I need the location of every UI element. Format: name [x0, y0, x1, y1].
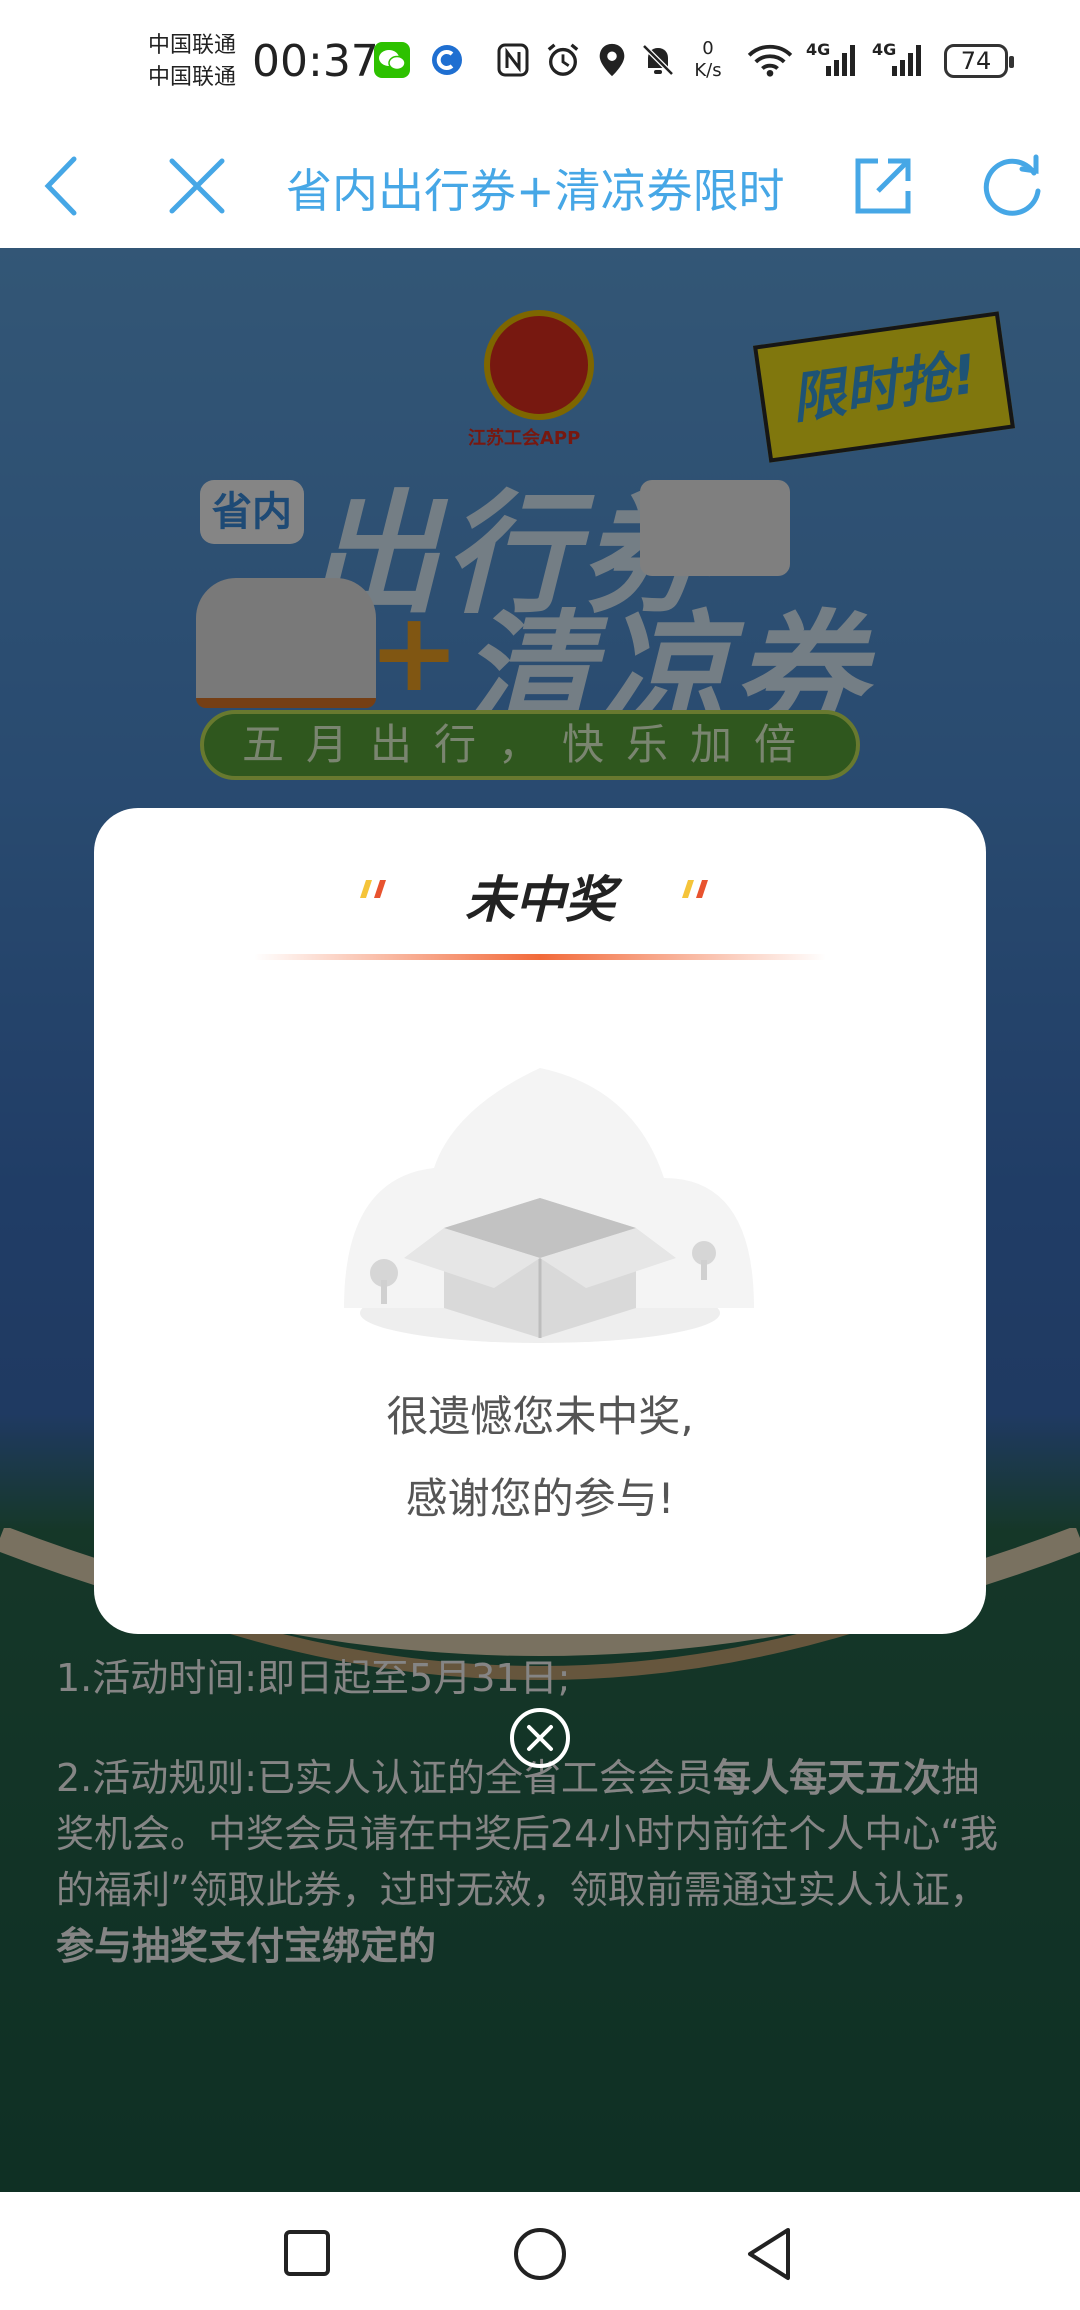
clock: 00:37 — [252, 36, 379, 87]
dialog-message-line-1: 很遗憾您未中奖, — [386, 1392, 694, 1441]
back-button[interactable] — [26, 151, 96, 221]
system-back-button[interactable] — [744, 2226, 796, 2282]
dialog-close-button[interactable] — [508, 1706, 572, 1770]
net-speed-value: 0 — [702, 38, 714, 59]
signal-icon-1 — [826, 45, 855, 76]
status-bar: 中国联通 中国联通 00:37 0 K/s 4G 4G 74 — [0, 0, 1080, 125]
system-navigation-bar — [0, 2192, 1080, 2310]
mute-icon — [642, 44, 674, 76]
battery-indicator: 74 — [944, 44, 1014, 78]
title-underline — [254, 954, 826, 960]
wechat-icon — [374, 42, 410, 78]
recent-apps-button[interactable] — [282, 2228, 332, 2278]
dialog-title: 未中奖 — [465, 871, 615, 929]
result-dialog: 未中奖 很遗憾您未中奖, 感谢您的参与! — [94, 808, 986, 1634]
carrier-1: 中国联通 — [148, 33, 237, 58]
title-decoration-right — [682, 880, 708, 898]
empty-box-illustration — [344, 1068, 754, 1343]
close-page-button[interactable] — [162, 151, 232, 221]
dialog-message-line-2: 感谢您的参与! — [405, 1474, 675, 1523]
wifi-icon — [747, 44, 793, 77]
dialog-message: 很遗憾您未中奖, 感谢您的参与! — [94, 1376, 986, 1540]
carrier-labels: 中国联通 中国联通 — [148, 30, 236, 94]
home-button[interactable] — [512, 2226, 568, 2282]
webview-nav-bar: 省内出行券+清凉券限时 — [0, 125, 1080, 249]
nfc-icon — [497, 43, 529, 77]
location-icon — [599, 43, 625, 77]
app-notification-icon — [432, 45, 462, 75]
refresh-button[interactable] — [978, 151, 1048, 221]
carrier-2: 中国联通 — [148, 65, 237, 90]
alarm-icon — [547, 43, 579, 76]
net-speed: 0 K/s — [690, 38, 726, 82]
net-speed-unit: K/s — [694, 60, 722, 81]
share-button[interactable] — [848, 151, 918, 221]
page-title: 省内出行券+清凉券限时 — [286, 164, 785, 218]
signal-icon-2 — [892, 45, 921, 76]
